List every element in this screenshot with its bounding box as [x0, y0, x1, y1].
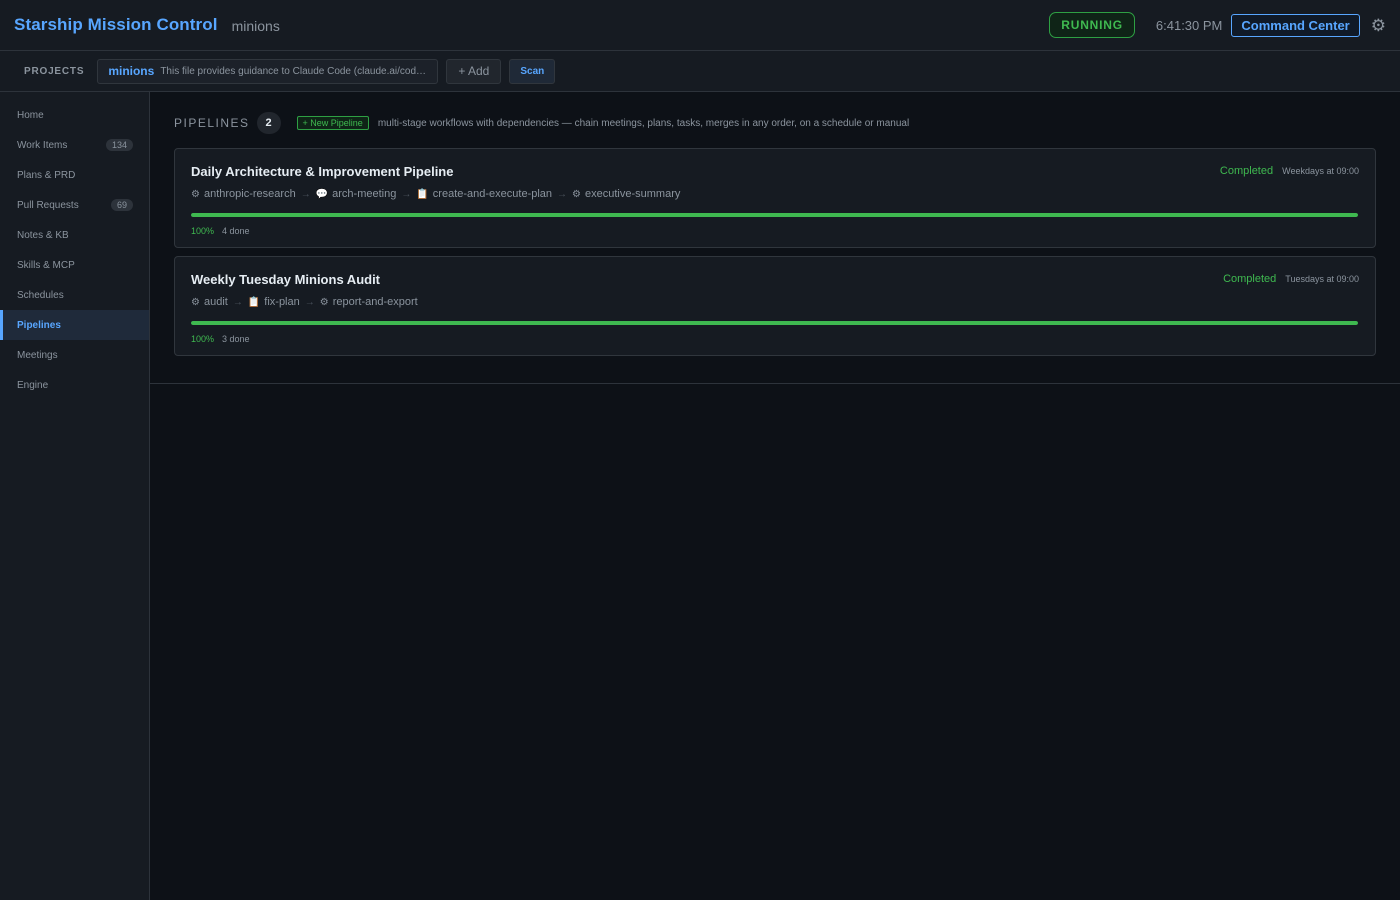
- arrow-right-icon: →: [304, 296, 315, 308]
- section-title: PIPELINES: [174, 116, 250, 130]
- current-project-name: minions: [231, 18, 280, 34]
- scan-button[interactable]: Scan: [509, 58, 556, 84]
- stage-label: fix-plan: [264, 296, 300, 308]
- projects-label: PROJECTS: [24, 65, 85, 77]
- sidebar-item-label: Notes & KB: [17, 229, 69, 241]
- pipeline-status: Completed: [1223, 273, 1277, 285]
- arrow-right-icon: →: [232, 296, 243, 308]
- header-controls: RUNNING 6:41:30 PM Command Center ⚙: [1049, 12, 1386, 38]
- engine-status-badge: RUNNING: [1049, 12, 1135, 38]
- progress-percent: 100%: [191, 334, 215, 344]
- sidebar-item-label: Pipelines: [17, 319, 61, 331]
- pipeline-list: Daily Architecture & Improvement Pipelin…: [174, 148, 1376, 356]
- project-chip-minions[interactable]: minions This file provides guidance to C…: [97, 58, 439, 84]
- projects-bar: PROJECTS minions This file provides guid…: [0, 51, 1400, 92]
- sidebar-item-schedules[interactable]: Schedules: [0, 280, 149, 310]
- arrow-right-icon: →: [401, 188, 412, 200]
- card-footer: 100% 4 done: [191, 226, 1359, 236]
- speech-bubble-icon: 💬: [315, 188, 329, 200]
- sidebar-item-label: Meetings: [17, 349, 58, 361]
- app-title: Starship Mission Control: [14, 15, 218, 34]
- sidebar: Home Work Items 134 Plans & PRD Pull Req…: [0, 92, 150, 900]
- stage-chain: ⚙ audit → 📋 fix-plan → ⚙ report-and-expo…: [191, 295, 1359, 309]
- progress-bar: [191, 321, 1358, 325]
- stage-label: anthropic-research: [203, 188, 296, 200]
- sidebar-item-engine[interactable]: Engine: [0, 370, 149, 400]
- stage[interactable]: ⚙ anthropic-research: [191, 188, 296, 200]
- card-header: Daily Architecture & Improvement Pipelin…: [191, 162, 1359, 180]
- card-header: Weekly Tuesday Minions Audit Completed T…: [191, 270, 1359, 288]
- progress-fill: [191, 213, 1358, 217]
- pipeline-title: Daily Architecture & Improvement Pipelin…: [191, 163, 454, 179]
- sidebar-item-notes-kb[interactable]: Notes & KB: [0, 220, 149, 250]
- pipeline-card[interactable]: Weekly Tuesday Minions Audit Completed T…: [174, 256, 1376, 356]
- sidebar-item-label: Skills & MCP: [17, 259, 75, 271]
- sidebar-item-plans-prd[interactable]: Plans & PRD: [0, 160, 149, 190]
- sidebar-item-label: Schedules: [17, 289, 64, 301]
- stage-label: arch-meeting: [332, 188, 397, 200]
- gear-icon: ⚙: [191, 296, 200, 308]
- stage[interactable]: ⚙ report-and-export: [320, 296, 418, 308]
- stage[interactable]: ⚙ executive-summary: [572, 188, 680, 200]
- pipeline-count-badge: 2: [256, 112, 281, 134]
- sidebar-item-label: Work Items: [17, 139, 68, 151]
- sidebar-item-label: Plans & PRD: [17, 169, 76, 181]
- sidebar-item-label: Pull Requests: [17, 199, 79, 211]
- gear-icon: ⚙: [319, 296, 329, 308]
- done-count: 3 done: [222, 334, 250, 344]
- arrow-right-icon: →: [557, 188, 568, 200]
- stage[interactable]: ⚙ audit: [191, 296, 228, 308]
- project-chip-description: This file provides guidance to Claude Co…: [160, 65, 428, 77]
- sidebar-item-work-items[interactable]: Work Items 134: [0, 130, 149, 160]
- section-description: multi-stage workflows with dependencies …: [377, 117, 910, 129]
- stage[interactable]: 📋 fix-plan: [248, 296, 300, 308]
- gear-icon: ⚙: [191, 188, 200, 200]
- stage-label: report-and-export: [332, 296, 418, 308]
- card-footer: 100% 3 done: [191, 334, 1359, 344]
- stage-label: executive-summary: [585, 188, 681, 200]
- new-pipeline-button[interactable]: + New Pipeline: [296, 116, 369, 130]
- sidebar-item-meetings[interactable]: Meetings: [0, 340, 149, 370]
- add-project-button[interactable]: + Add: [446, 58, 502, 84]
- stage-chain: ⚙ anthropic-research → 💬 arch-meeting → …: [191, 187, 1359, 201]
- stage[interactable]: 💬 arch-meeting: [316, 188, 397, 200]
- progress-bar: [191, 213, 1358, 217]
- stage-label: create-and-execute-plan: [432, 188, 553, 200]
- sidebar-item-pull-requests[interactable]: Pull Requests 69: [0, 190, 149, 220]
- pipeline-status: Completed: [1219, 165, 1274, 177]
- gear-icon: ⚙: [572, 188, 582, 200]
- gear-icon[interactable]: ⚙: [1371, 17, 1386, 34]
- top-header: Starship Mission Control minions RUNNING…: [0, 0, 1400, 51]
- done-count: 4 done: [222, 226, 250, 236]
- project-chip-name: minions: [108, 64, 155, 78]
- arrow-right-icon: →: [300, 188, 311, 200]
- stage-label: audit: [203, 296, 228, 308]
- clipboard-icon: 📋: [247, 296, 261, 308]
- pipelines-section: PIPELINES 2 + New Pipeline multi-stage w…: [150, 92, 1400, 384]
- sidebar-item-pipelines[interactable]: Pipelines: [0, 310, 149, 340]
- progress-percent: 100%: [191, 226, 215, 236]
- pipeline-title: Weekly Tuesday Minions Audit: [191, 271, 381, 287]
- sidebar-item-home[interactable]: Home: [0, 100, 149, 130]
- pipeline-schedule: Weekdays at 09:00: [1282, 166, 1359, 176]
- stage[interactable]: 📋 create-and-execute-plan: [416, 188, 552, 200]
- clock: 6:41:30 PM: [1155, 17, 1223, 33]
- command-center-button[interactable]: Command Center: [1231, 13, 1360, 37]
- count-badge: 69: [110, 199, 133, 211]
- pipeline-schedule: Tuesdays at 09:00: [1285, 274, 1359, 284]
- sidebar-item-label: Home: [17, 109, 44, 121]
- section-header: PIPELINES 2 + New Pipeline multi-stage w…: [174, 112, 1376, 134]
- clipboard-icon: 📋: [416, 188, 429, 200]
- sidebar-item-label: Engine: [17, 379, 49, 391]
- pipeline-card[interactable]: Daily Architecture & Improvement Pipelin…: [174, 148, 1376, 248]
- count-badge: 134: [105, 139, 133, 151]
- progress-fill: [191, 321, 1358, 325]
- sidebar-item-skills-mcp[interactable]: Skills & MCP: [0, 250, 149, 280]
